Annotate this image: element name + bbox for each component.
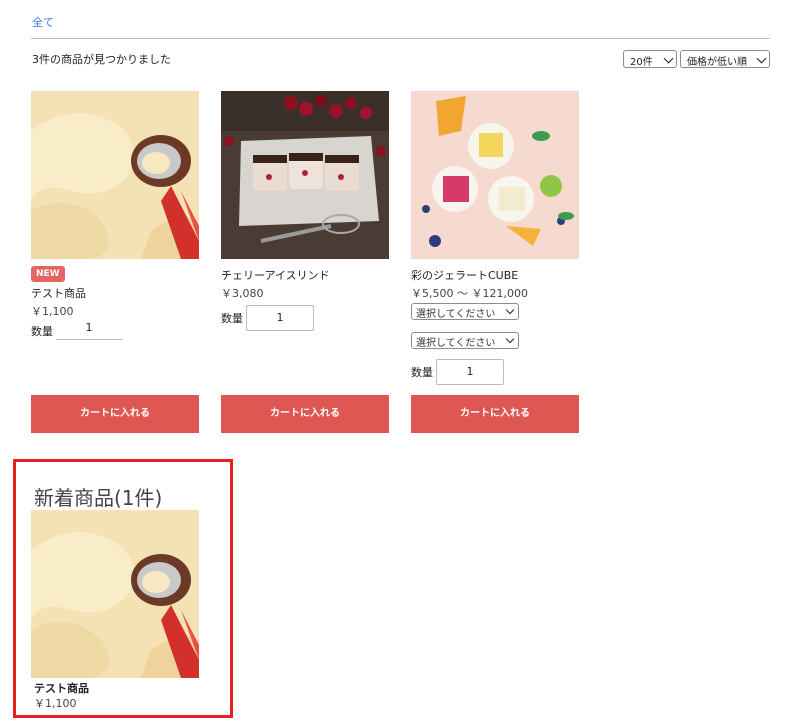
product-image-cherry-ice-sandwich[interactable] <box>221 91 389 259</box>
option-select-2[interactable]: 選択してください <box>411 332 519 349</box>
quantity-row: 数量 1 <box>31 321 199 340</box>
per-page-select[interactable]: 20件 <box>623 50 677 68</box>
sort-value: 価格が低い順 <box>687 57 747 68</box>
chevron-down-icon <box>505 334 515 344</box>
breadcrumb-all-link[interactable]: 全て <box>32 14 54 30</box>
new-arrivals-title: 新着商品(1件) <box>34 486 163 510</box>
quantity-input[interactable]: 1 <box>246 305 314 331</box>
product-price: ￥5,500 ～ ￥121,000 <box>411 287 528 300</box>
product-name[interactable]: テスト商品 <box>31 285 199 301</box>
sort-select[interactable]: 価格が低い順 <box>680 50 770 68</box>
new-arrival-price: ￥1,100 <box>34 697 77 710</box>
quantity-row: 数量 1 <box>221 305 389 331</box>
product-price: ￥1,100 <box>31 305 74 318</box>
chevron-down-icon <box>756 53 767 64</box>
option-select-1[interactable]: 選択してください <box>411 303 519 320</box>
quantity-label: 数量 <box>411 366 433 379</box>
quantity-label: 数量 <box>221 312 243 325</box>
quantity-input[interactable]: 1 <box>436 359 504 385</box>
quantity-input[interactable]: 1 <box>56 321 122 340</box>
new-arrivals-section: 新着商品(1件) テスト商品 ￥1,100 <box>13 459 233 718</box>
new-arrival-image-ice-cream-scoop[interactable] <box>31 510 199 678</box>
product-name[interactable]: 彩のジェラートCUBE <box>411 267 579 283</box>
product-card: チェリーアイスリンド ￥3,080 数量 1 <box>221 91 389 331</box>
quantity-row: 数量 1 <box>411 359 579 385</box>
chevron-down-icon <box>505 305 515 315</box>
product-name[interactable]: チェリーアイスリンド <box>221 267 389 283</box>
product-card: NEW テスト商品 ￥1,100 数量 1 <box>31 91 199 340</box>
product-image-ice-cream-scoop[interactable] <box>31 91 199 259</box>
per-page-value: 20件 <box>630 57 653 68</box>
new-arrival-name[interactable]: テスト商品 <box>34 680 89 696</box>
chevron-down-icon <box>663 53 674 64</box>
result-count: 3件の商品が見つかりました <box>32 53 171 66</box>
product-price: ￥3,080 <box>221 287 264 300</box>
add-to-cart-button[interactable]: カートに入れる <box>411 395 579 433</box>
quantity-label: 数量 <box>31 324 53 338</box>
option-select-1-value: 選択してください <box>416 309 496 320</box>
divider <box>31 38 770 39</box>
product-card: 彩のジェラートCUBE ￥5,500 ～ ￥121,000 選択してください 選… <box>411 91 579 385</box>
new-badge: NEW <box>31 266 65 282</box>
add-to-cart-button[interactable]: カートに入れる <box>31 395 199 433</box>
add-to-cart-button[interactable]: カートに入れる <box>221 395 389 433</box>
option-select-2-value: 選択してください <box>416 338 496 349</box>
product-image-gelato-cube[interactable] <box>411 91 579 259</box>
